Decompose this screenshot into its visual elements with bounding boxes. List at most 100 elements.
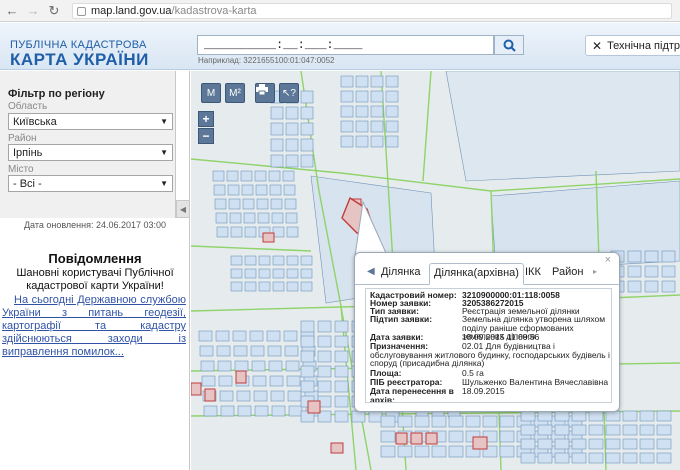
map-parcel	[286, 255, 299, 266]
zoom-out-button[interactable]: −	[198, 128, 214, 144]
area-icon: M²	[229, 87, 241, 99]
map-parcel	[258, 255, 271, 266]
map-parcel	[270, 198, 283, 210]
brand-line2: КАРТА УКРАЇНИ	[10, 50, 149, 69]
map-parcel	[385, 105, 399, 118]
map-parcel	[351, 410, 366, 423]
map-parcel	[334, 380, 349, 393]
map-parcel	[317, 320, 332, 333]
map-parcel	[334, 395, 349, 408]
map-parcel	[268, 360, 283, 372]
identify-button[interactable]: ↖?	[279, 83, 299, 103]
tab-parcel[interactable]: Ділянка	[381, 266, 421, 278]
back-icon[interactable]: ←	[3, 2, 21, 20]
misto-select[interactable]: - Всі - ▼	[8, 175, 173, 192]
reload-icon[interactable]: ↻	[45, 2, 63, 20]
map-parcel	[644, 265, 659, 278]
map-parcel	[627, 250, 642, 263]
map-parcel	[554, 438, 570, 450]
map-parcel	[282, 170, 295, 182]
tab-parcel-archive[interactable]: Ділянка(архівна)	[429, 263, 524, 285]
map-parcel	[199, 345, 214, 357]
notice-link[interactable]: На сьогодні Державною службою України з …	[2, 294, 186, 359]
chevron-down-icon: ▼	[160, 117, 168, 126]
map-parcel	[334, 320, 349, 333]
map-parcel	[520, 452, 536, 464]
map-parcel	[622, 438, 638, 450]
map-parcel	[317, 335, 332, 348]
map-parcel	[285, 212, 298, 224]
map-parcel	[227, 184, 240, 196]
map-parcel	[431, 445, 447, 458]
map-parcel	[300, 138, 314, 152]
measure-area-button[interactable]: M²	[225, 83, 245, 103]
map-parcel	[340, 120, 354, 133]
map-parcel	[244, 255, 257, 266]
map-parcel	[244, 226, 257, 238]
forward-icon[interactable]: →	[24, 2, 42, 20]
update-date: Дата оновлення: 24.06.2017 03:00	[23, 220, 167, 230]
map-parcel	[554, 410, 570, 422]
collapse-sidebar-button[interactable]: ◀	[176, 200, 190, 218]
map-parcel	[414, 445, 430, 458]
map-parcel	[656, 452, 672, 464]
zoom-in-button[interactable]: +	[198, 111, 214, 127]
tech-support-button[interactable]: ✕ Технічна підтримка	[585, 35, 680, 56]
map-parcel	[300, 106, 314, 120]
map-parcel	[661, 250, 676, 263]
map-parcel	[355, 135, 369, 148]
measure-length-button[interactable]: M	[201, 83, 221, 103]
tab-next-icon[interactable]: ▸	[593, 267, 597, 276]
map-parcel	[233, 345, 248, 357]
map-parcel	[520, 424, 536, 436]
search-button[interactable]	[494, 35, 524, 55]
map-selected-parcel	[330, 442, 344, 454]
map-parcel	[229, 212, 242, 224]
map-parcel	[397, 445, 413, 458]
cadastral-search-input[interactable]: __________:__:___:____	[197, 35, 494, 55]
map-parcel	[639, 410, 655, 422]
oblast-select[interactable]: Київська ▼	[8, 113, 173, 130]
map-parcel	[588, 452, 604, 464]
map-parcel	[198, 330, 213, 342]
map-parcel	[240, 170, 253, 182]
map-parcel	[317, 380, 332, 393]
map-parcel	[270, 154, 284, 168]
map-parcel	[380, 445, 396, 458]
map-parcel	[499, 430, 515, 443]
tab-raion[interactable]: Район	[552, 266, 583, 278]
tab-ikk[interactable]: ІКК	[525, 266, 541, 278]
map-parcel	[605, 410, 621, 422]
map-parcel	[286, 281, 299, 292]
oblast-value: Київська	[13, 115, 57, 128]
map-parcel	[448, 445, 464, 458]
chevron-down-icon: ▼	[160, 148, 168, 157]
map-selected-parcel	[472, 436, 488, 450]
map-parcel	[270, 138, 284, 152]
map-parcel	[340, 75, 354, 88]
map-selected-parcel	[395, 432, 408, 445]
map-parcel	[588, 424, 604, 436]
map-selected-parcel	[235, 370, 247, 384]
map-parcel	[644, 250, 659, 263]
tools-icon: ✕	[592, 38, 603, 53]
map-parcel	[203, 405, 218, 417]
print-button[interactable]	[255, 83, 275, 103]
map-selected-parcel	[410, 432, 423, 445]
url-path: /kadastrova-karta	[171, 5, 257, 17]
map-parcel	[255, 184, 268, 196]
raion-select[interactable]: Ірпінь ▼	[8, 144, 173, 161]
parcel-info-popup: × ◀ Ділянка Ділянка(архівна) ІКК Район ▸…	[354, 252, 620, 412]
map-parcel	[220, 405, 235, 417]
map-parcel	[283, 184, 296, 196]
map-parcel	[214, 198, 227, 210]
map-parcel	[228, 198, 241, 210]
map-parcel	[236, 390, 251, 402]
address-bar[interactable]: map.land.gov.ua/kadastrova-karta	[72, 3, 672, 19]
map-parcel	[230, 268, 243, 279]
map-parcel	[605, 424, 621, 436]
chevron-down-icon: ▼	[160, 179, 168, 188]
tab-prev-icon[interactable]: ◀	[367, 266, 375, 277]
map-parcel	[216, 226, 229, 238]
map-parcel	[385, 75, 399, 88]
